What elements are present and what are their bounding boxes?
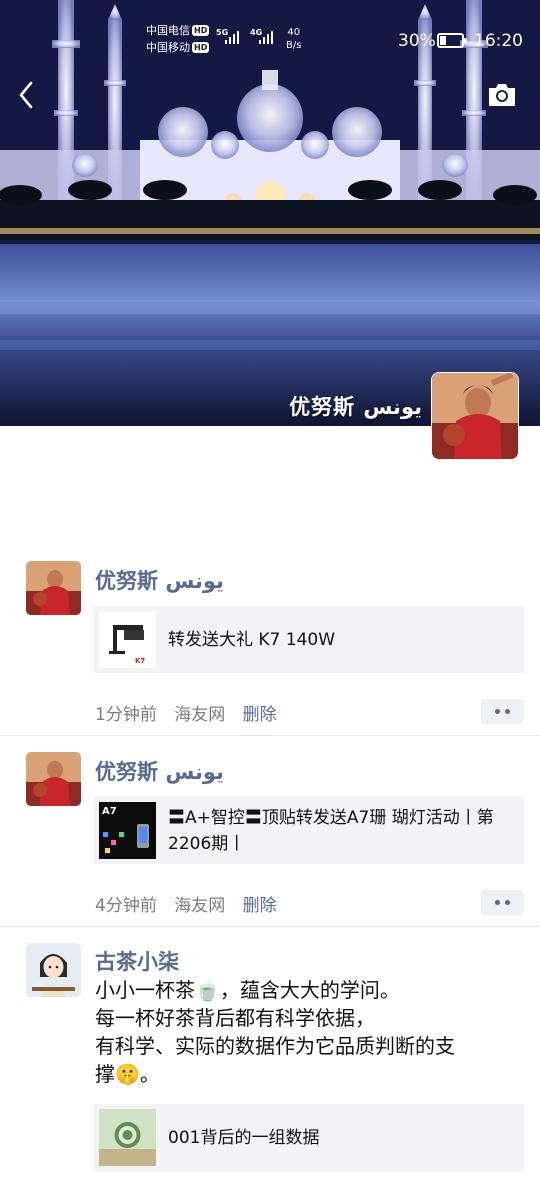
author-avatar[interactable] — [26, 943, 81, 997]
link-thumbnail: K7 — [99, 611, 156, 668]
author-name[interactable]: 优努斯 يونس — [95, 565, 224, 595]
post-source[interactable]: 海友网 — [174, 705, 225, 725]
link-thumbnail: A7 — [99, 802, 156, 859]
post-text-line: 小小一杯茶🍵，蕴含大大的学问。 — [95, 978, 400, 1002]
link-title: 〓A+智控〓顶贴转发送A7珊 瑚灯活动丨第2206期丨 — [168, 807, 494, 854]
svg-text:A7: A7 — [102, 806, 117, 817]
cover-photo[interactable]: 中国电信 HD 中国移动 HD 5G 4G 40 B/s 30% 16:20 优努斯 … — [0, 0, 540, 426]
post-divider — [0, 735, 540, 736]
signal-strength-icon — [259, 30, 273, 44]
post-text-line: 有科学、实际的数据作为它品质判断的支 — [95, 1034, 455, 1058]
shared-link-card[interactable]: 001背后的一组数据 — [94, 1104, 524, 1171]
back-chevron-icon[interactable] — [12, 78, 42, 112]
author-avatar[interactable] — [26, 561, 81, 615]
clock: 16:20 — [474, 31, 523, 51]
more-options-button[interactable] — [481, 699, 524, 724]
delete-button[interactable]: 删除 — [243, 705, 277, 725]
link-title: 转发送大礼 K7 140W — [168, 629, 336, 650]
battery-percentage: 30% — [398, 31, 436, 51]
svg-text:K7: K7 — [135, 657, 145, 665]
post-time: 4分钟前 — [95, 896, 157, 916]
network-speed: 40 B/s — [286, 27, 302, 51]
post-divider — [0, 926, 540, 927]
status-bar: 中国电信 HD 中国移动 HD 5G 4G 40 B/s 30% 16:20 — [0, 0, 540, 70]
link-thumbnail — [99, 1109, 156, 1166]
delete-button[interactable]: 删除 — [243, 896, 277, 916]
camera-icon[interactable] — [486, 80, 518, 110]
shared-link-card[interactable]: K7 转发送大礼 K7 140W — [94, 606, 524, 673]
author-avatar[interactable] — [26, 752, 81, 806]
more-options-button[interactable] — [481, 890, 524, 915]
post-meta: 4分钟前 海友网 删除 — [95, 891, 289, 916]
signal-strength-icon — [225, 30, 239, 44]
carrier-telecom: 中国电信 HD — [146, 24, 210, 37]
post-source[interactable]: 海友网 — [174, 896, 225, 916]
profile-avatar[interactable] — [431, 372, 519, 460]
post-text-line: 每一杯好茶背后都有科学依据， — [95, 1006, 375, 1030]
profile-username: 优努斯 يونس — [289, 395, 422, 419]
battery-icon — [437, 33, 467, 48]
post-text-line: 撑🤫。 — [95, 1062, 160, 1086]
post-time: 1分钟前 — [95, 705, 157, 725]
shared-link-card[interactable]: A7 〓A+智控〓顶贴转发送A7珊 瑚灯活动丨第2206期丨 — [94, 797, 524, 864]
author-name[interactable]: 优努斯 يونس — [95, 756, 224, 786]
post-text: 小小一杯茶🍵，蕴含大大的学问。 每一杯好茶背后都有科学依据， 有科学、实际的数据… — [95, 976, 525, 1088]
post-meta: 1分钟前 海友网 删除 — [95, 700, 289, 725]
link-title: 001背后的一组数据 — [168, 1127, 320, 1148]
author-name[interactable]: 古茶小柒 — [95, 946, 179, 976]
carrier-mobile: 中国移动 HD — [146, 41, 210, 54]
